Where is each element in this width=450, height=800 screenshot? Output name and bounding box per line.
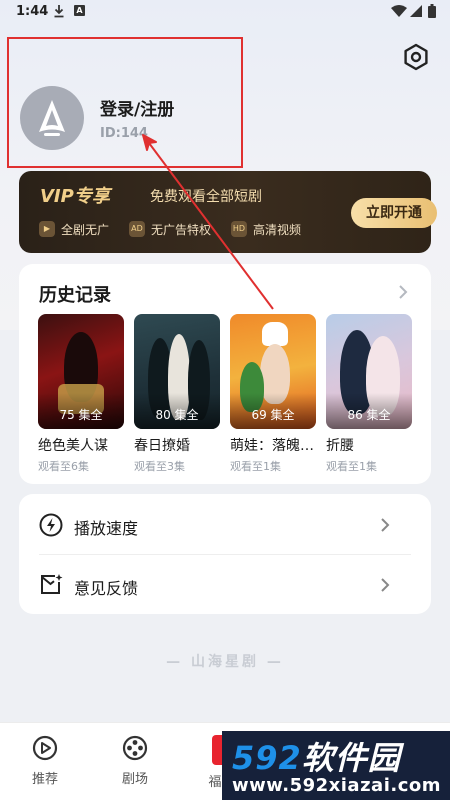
drama-poster: 75 集全 [38, 314, 124, 429]
drama-poster: 69 集全 [230, 314, 316, 429]
drama-poster: 80 集全 [134, 314, 220, 429]
notification-badge-icon: A [74, 5, 85, 16]
history-item[interactable]: 75 集全 绝色美人谋 观看至6集 [38, 314, 124, 474]
vip-logo: VIP专享 [40, 186, 110, 207]
watermark-logo: 592软件园 www.592xiazai.com [222, 731, 450, 800]
vip-feature-ad-free: AD 无广告特权 [129, 220, 211, 238]
vip-subtitle: 免费观看全部短剧 [150, 189, 262, 205]
settings-item-playback-speed[interactable]: 播放速度 [19, 497, 431, 553]
drama-title: 萌娃：落魄… [230, 438, 314, 454]
chevron-right-icon [381, 518, 390, 532]
drama-title: 绝色美人谋 [38, 438, 108, 454]
nav-label: 剧场 [121, 772, 148, 787]
divider [39, 554, 411, 555]
brand-footer: — 山海星剧 — [166, 654, 284, 670]
history-item[interactable]: 86 集全 折腰 观看至1集 [326, 314, 412, 474]
drama-title: 春日撩婚 [134, 438, 190, 454]
nav-label: 推荐 [31, 772, 58, 787]
chevron-right-icon [381, 578, 390, 592]
feedback-icon [41, 574, 63, 594]
film-reel-icon [122, 735, 148, 761]
play-badge-icon: ▶ [39, 221, 55, 237]
vip-banner[interactable]: VIP专享 免费观看全部短剧 立即开通 ▶ 全剧无广 AD 无广告特权 HD 高… [19, 171, 437, 253]
watch-progress: 观看至3集 [134, 460, 185, 473]
battery-icon [428, 4, 436, 18]
drama-title: 折腰 [326, 438, 354, 454]
history-item[interactable]: 69 集全 萌娃：落魄… 观看至1集 [230, 314, 316, 474]
vip-feature-no-ads-drama: ▶ 全剧无广 [39, 220, 109, 238]
watch-progress: 观看至1集 [326, 460, 377, 473]
play-circle-icon [32, 735, 58, 761]
settings-item-label: 意见反馈 [74, 579, 139, 598]
episode-count: 75 集全 [59, 408, 103, 422]
drama-poster: 86 集全 [326, 314, 412, 429]
settings-item-label: 播放速度 [74, 519, 139, 538]
signal-icon [410, 5, 422, 17]
episode-count: 86 集全 [347, 408, 391, 422]
hd-badge-icon: HD [231, 221, 247, 237]
watermark-url: www.592xiazai.com [232, 775, 441, 796]
episode-count: 80 集全 [155, 408, 199, 422]
status-time: 1:44 [16, 4, 49, 19]
download-icon [54, 5, 64, 18]
nav-tab-recommend[interactable]: 推荐 [15, 735, 75, 787]
watch-progress: 观看至1集 [230, 460, 281, 473]
settings-item-feedback[interactable]: 意见反馈 [19, 557, 431, 613]
settings-list: 播放速度 意见反馈 [19, 494, 431, 614]
annotation-highlight-box [7, 37, 243, 168]
settings-gear-icon[interactable] [402, 43, 430, 71]
nav-tab-theater[interactable]: 剧场 [105, 735, 165, 787]
history-section: 历史记录 75 集全 绝色美人谋 观看至6集 80 集全 春日撩婚 观看至3集 [19, 264, 431, 484]
watermark-brand: 592软件园 [232, 739, 401, 777]
vip-feature-hd: HD 高清视频 [231, 221, 302, 237]
speed-icon [39, 513, 63, 537]
status-bar: 1:44 A [0, 0, 450, 24]
history-title: 历史记录 [39, 285, 111, 306]
episode-count: 69 集全 [251, 408, 295, 422]
wifi-icon [391, 5, 407, 17]
ad-badge-icon: AD [129, 221, 145, 237]
vip-open-button[interactable]: 立即开通 [351, 198, 437, 228]
chevron-right-icon[interactable] [396, 284, 410, 300]
history-item[interactable]: 80 集全 春日撩婚 观看至3集 [134, 314, 220, 474]
watch-progress: 观看至6集 [38, 460, 89, 473]
